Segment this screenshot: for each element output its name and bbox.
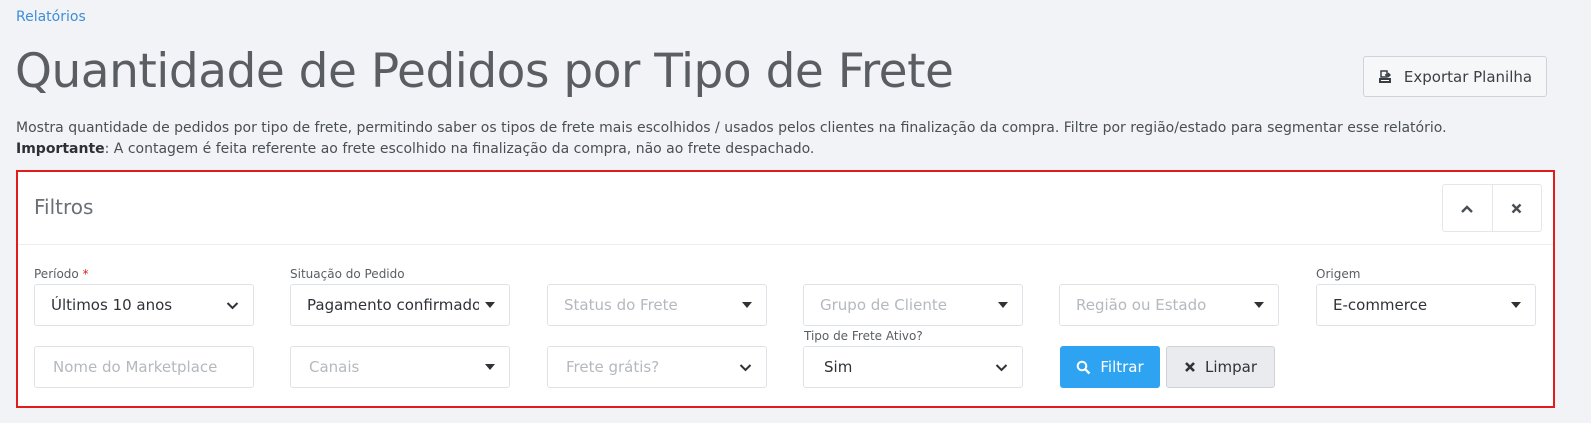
export-spreadsheet-button[interactable]: Exportar Planilha	[1363, 56, 1547, 97]
situacao-label: Situação do Pedido	[290, 267, 405, 281]
caret-down-icon	[1254, 302, 1264, 308]
filter-button-label: Filtrar	[1100, 358, 1144, 376]
close-icon	[1511, 199, 1522, 218]
clear-button-label: Limpar	[1204, 358, 1258, 376]
important-note: : A contagem é feita referente ao frete …	[104, 141, 815, 157]
regiao-estado-placeholder: Região ou Estado	[1076, 296, 1207, 314]
clear-button[interactable]: Limpar	[1166, 346, 1275, 388]
export-spreadsheet-label: Exportar Planilha	[1403, 67, 1533, 86]
periodo-value: Últimos 10 anos	[51, 296, 173, 314]
close-panel-button[interactable]	[1491, 185, 1542, 231]
breadcrumb[interactable]: Relatórios	[16, 9, 86, 25]
filter-panel-header: Filtros	[18, 172, 1553, 245]
important-label: Importante	[16, 141, 105, 157]
filter-panel-title: Filtros	[34, 195, 94, 219]
close-icon	[1184, 361, 1196, 373]
filter-button[interactable]: Filtrar	[1060, 346, 1160, 388]
marketplace-placeholder: Nome do Marketplace	[53, 358, 218, 376]
panel-tools	[1442, 184, 1542, 232]
caret-down-icon	[485, 302, 495, 308]
frete-gratis-select[interactable]: Frete grátis?	[547, 346, 767, 388]
caret-down-icon	[998, 302, 1008, 308]
frete-gratis-placeholder: Frete grátis?	[566, 358, 660, 376]
caret-down-icon	[485, 364, 495, 370]
description-line-1: Mostra quantidade de pedidos por tipo de…	[16, 120, 1447, 136]
periodo-label: Período *	[34, 267, 89, 281]
canais-select[interactable]: Canais	[290, 346, 510, 388]
situacao-value: Pagamento confirmado	[307, 296, 479, 314]
status-frete-placeholder: Status do Frete	[564, 296, 678, 314]
regiao-estado-select[interactable]: Região ou Estado	[1059, 284, 1279, 326]
tipo-frete-ativo-value: Sim	[824, 358, 853, 376]
periodo-label-text: Período	[34, 267, 79, 281]
canais-placeholder: Canais	[309, 358, 360, 376]
page-title: Quantidade de Pedidos por Tipo de Frete	[15, 44, 954, 99]
tipo-frete-ativo-select[interactable]: Sim	[803, 346, 1023, 388]
chevron-down-icon	[995, 363, 1008, 372]
required-mark: *	[82, 267, 89, 281]
status-frete-select[interactable]: Status do Frete	[547, 284, 767, 326]
chevron-down-icon	[226, 301, 239, 310]
grupo-cliente-select[interactable]: Grupo de Cliente	[803, 284, 1023, 326]
tipo-frete-ativo-label: Tipo de Frete Ativo?	[804, 329, 923, 343]
caret-down-icon	[742, 302, 752, 308]
page-description: Mostra quantidade de pedidos por tipo de…	[16, 118, 1576, 160]
search-icon	[1076, 360, 1091, 375]
origem-select[interactable]: E-commerce	[1316, 284, 1536, 326]
description-line-2: Importante: A contagem é feita referente…	[16, 139, 1576, 160]
origem-value: E-commerce	[1333, 296, 1428, 314]
origem-label: Origem	[1316, 267, 1361, 281]
collapse-panel-button[interactable]	[1443, 185, 1492, 231]
situacao-select[interactable]: Pagamento confirmado	[290, 284, 510, 326]
chevron-up-icon	[1460, 199, 1474, 218]
export-spreadsheet-icon	[1378, 69, 1392, 84]
chevron-down-icon	[739, 363, 752, 372]
periodo-select[interactable]: Últimos 10 anos	[34, 284, 254, 326]
filter-panel: Filtros Período * Últimos 10 anos Situaç…	[16, 170, 1555, 408]
caret-down-icon	[1511, 302, 1521, 308]
marketplace-input[interactable]: Nome do Marketplace	[34, 346, 254, 388]
grupo-cliente-placeholder: Grupo de Cliente	[820, 296, 947, 314]
